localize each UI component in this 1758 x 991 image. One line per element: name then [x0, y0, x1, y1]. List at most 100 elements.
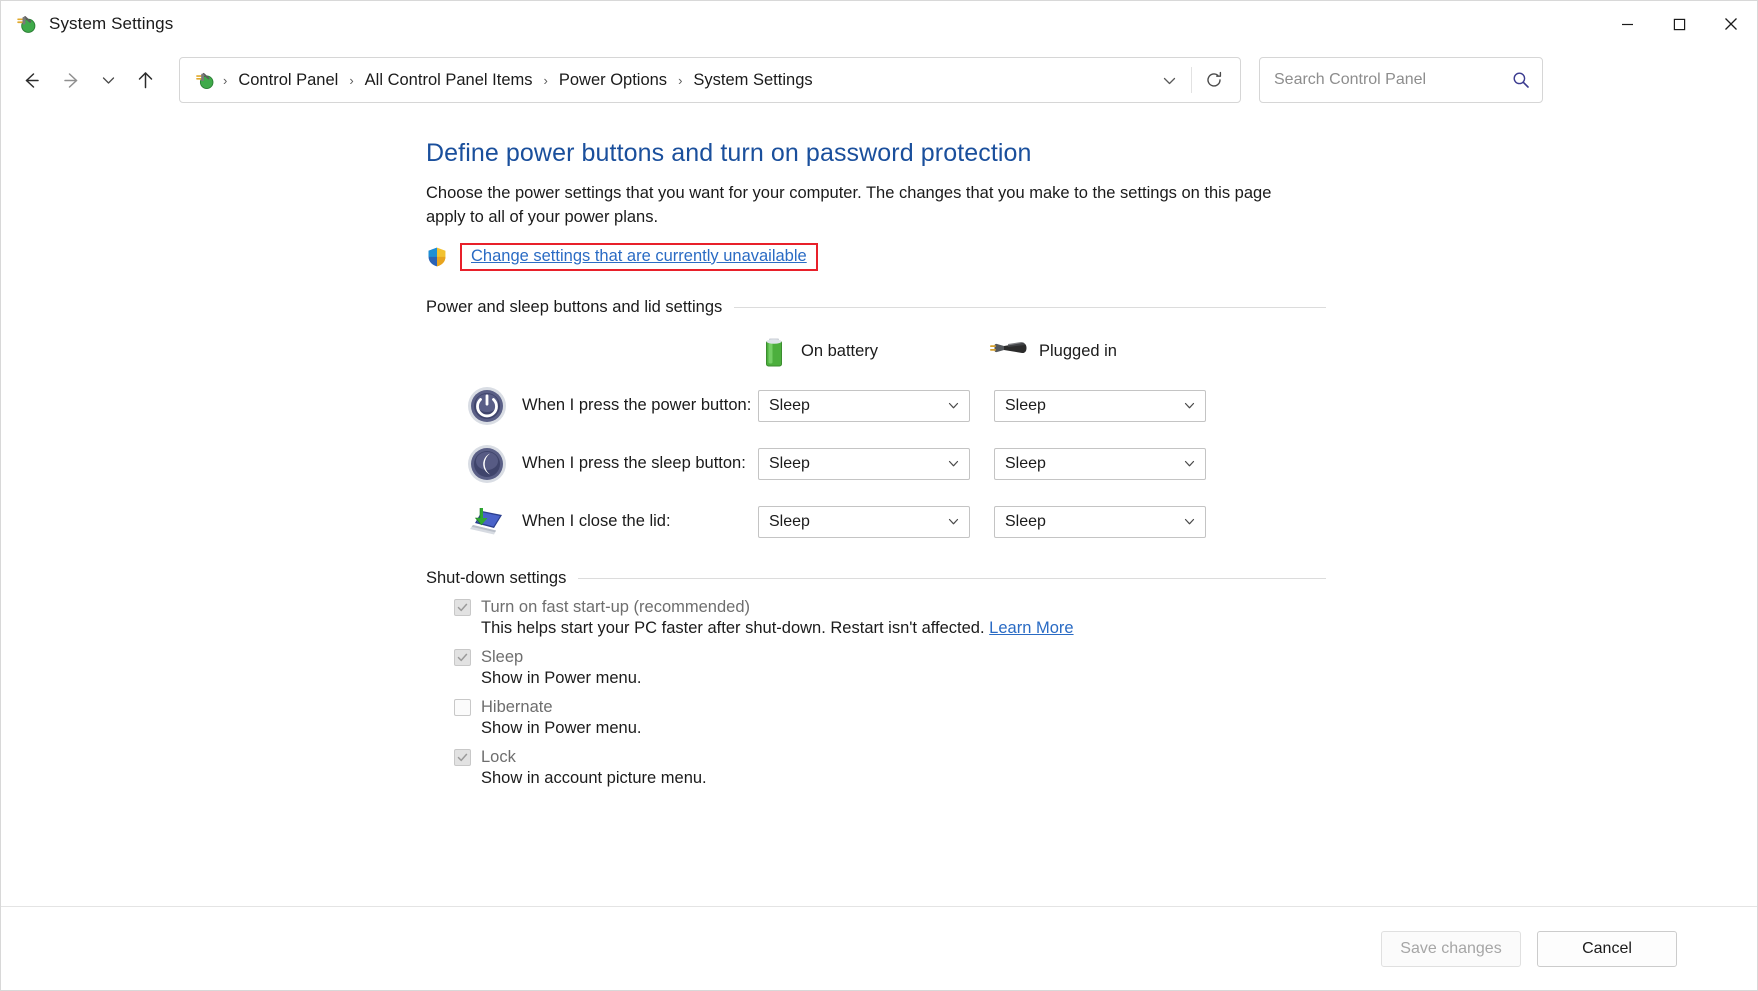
checkbox-label: Hibernate — [481, 697, 553, 716]
breadcrumb-item-power-options[interactable]: Power Options — [554, 68, 672, 93]
forward-arrow-icon — [63, 72, 77, 88]
checkbox-row[interactable]: Hibernate — [454, 698, 1326, 717]
hibernate-checkbox[interactable] — [454, 698, 471, 716]
checkbox-description-text: Show in Power menu. — [481, 668, 642, 687]
dropdown-value: Sleep — [769, 396, 810, 414]
setting-row-sleep-button: When I press the sleep button: Sleep Sle… — [426, 443, 1326, 485]
refresh-icon — [1207, 71, 1222, 87]
maximize-icon — [1673, 18, 1685, 30]
change-settings-link-highlight: Change settings that are currently unava… — [460, 242, 818, 271]
checkbox-label: Turn on fast start-up (recommended) — [481, 597, 750, 616]
checkbox-item-fast-startup: Turn on fast start-up (recommended) This… — [426, 598, 1326, 638]
close-button[interactable] — [1705, 1, 1757, 47]
shutdown-section-label: Shut-down settings — [426, 568, 567, 587]
column-header-plugged-in: Plugged in — [988, 337, 1220, 367]
up-button[interactable] — [125, 60, 165, 100]
search-icon — [1512, 71, 1530, 89]
checkbox-row[interactable]: Sleep — [454, 648, 1326, 667]
checkbox-description: This helps start your PC faster after sh… — [481, 619, 1326, 638]
address-bar-actions — [1147, 59, 1236, 101]
close-icon — [1725, 18, 1737, 30]
column-header-label: Plugged in — [1039, 342, 1117, 361]
breadcrumb-item-all-control-panel-items[interactable]: All Control Panel Items — [360, 68, 538, 93]
checkbox-row[interactable]: Turn on fast start-up (recommended) — [454, 598, 1326, 617]
laptop-lid-icon — [470, 507, 502, 535]
setting-row-power-button: When I press the power button: Sleep Sle… — [426, 385, 1326, 427]
title-bar: System Settings — [1, 1, 1757, 47]
checkmark-icon — [457, 753, 468, 761]
setting-label: When I press the power button: — [522, 396, 752, 415]
sleep-button-plugged-in-dropdown[interactable]: Sleep — [994, 447, 1206, 480]
search-box[interactable]: Search Control Panel — [1259, 57, 1543, 103]
fast-startup-checkbox[interactable] — [454, 598, 471, 616]
dropdown-value: Sleep — [1005, 454, 1046, 472]
sleep-button-on-battery-dropdown[interactable]: Sleep — [758, 447, 970, 480]
chevron-down-icon — [1163, 77, 1175, 84]
page-description: Choose the power settings that you want … — [426, 184, 1272, 226]
chevron-down-icon — [947, 457, 960, 470]
sleep-button-icon — [468, 444, 506, 483]
sleep-checkbox[interactable] — [454, 648, 471, 666]
dropdown-value: Sleep — [769, 512, 810, 530]
power-section-heading: Power and sleep buttons and lid settings — [426, 298, 1326, 317]
up-arrow-icon — [138, 71, 152, 88]
checkbox-row[interactable]: Lock — [454, 748, 1326, 767]
lock-checkbox[interactable] — [454, 748, 471, 766]
shutdown-section-heading: Shut-down settings — [426, 569, 1326, 588]
power-section-label: Power and sleep buttons and lid settings — [426, 297, 723, 316]
column-headers: On battery Plugged in — [426, 335, 1326, 369]
breadcrumb-item-system-settings[interactable]: System Settings — [688, 68, 817, 93]
checkbox-label: Sleep — [481, 647, 524, 666]
window-title: System Settings — [49, 14, 174, 33]
learn-more-link[interactable]: Learn More — [989, 619, 1073, 637]
recent-locations-button[interactable] — [91, 60, 125, 100]
chevron-down-icon — [1183, 515, 1196, 528]
chevron-down-icon — [102, 76, 114, 84]
checkbox-label: Lock — [481, 747, 516, 766]
breadcrumb: › Control Panel › All Control Panel Item… — [217, 68, 1147, 93]
chevron-down-icon — [947, 399, 960, 412]
power-button-on-battery-dropdown[interactable]: Sleep — [758, 389, 970, 422]
page-title: Define power buttons and turn on passwor… — [426, 139, 1032, 167]
save-changes-button[interactable]: Save changes — [1381, 930, 1521, 967]
breadcrumb-separator: › — [543, 72, 548, 88]
chevron-down-icon — [947, 515, 960, 528]
breadcrumb-item-control-panel[interactable]: Control Panel — [233, 68, 343, 93]
checkbox-item-lock: Lock Show in account picture menu. — [426, 748, 1326, 788]
column-header-label: On battery — [801, 342, 879, 361]
forward-button[interactable] — [51, 60, 91, 100]
setting-label: When I press the sleep button: — [522, 454, 746, 473]
column-header-on-battery: On battery — [758, 335, 990, 369]
maximize-button[interactable] — [1653, 1, 1705, 47]
setting-label: When I close the lid: — [522, 512, 671, 531]
power-plug-icon — [17, 16, 36, 33]
cancel-button[interactable]: Cancel — [1537, 930, 1677, 967]
setting-row-close-lid: When I close the lid: Sleep Sleep — [426, 501, 1326, 543]
dropdown-value: Sleep — [1005, 396, 1046, 414]
power-button-icon — [468, 386, 506, 425]
settings-page: Define power buttons and turn on passwor… — [426, 138, 1326, 788]
checkbox-item-sleep: Sleep Show in Power menu. — [426, 648, 1326, 688]
breadcrumb-separator: › — [223, 72, 228, 88]
power-button-plugged-in-dropdown[interactable]: Sleep — [994, 389, 1206, 422]
section-divider — [734, 306, 1326, 308]
address-dropdown-button[interactable] — [1147, 59, 1191, 101]
checkbox-description-text: This helps start your PC faster after sh… — [481, 618, 985, 637]
close-lid-on-battery-dropdown[interactable]: Sleep — [758, 505, 970, 538]
back-button[interactable] — [11, 60, 51, 100]
dropdown-value: Sleep — [1005, 512, 1046, 530]
section-divider — [578, 577, 1326, 579]
change-settings-link[interactable]: Change settings that are currently unava… — [471, 247, 807, 266]
close-lid-plugged-in-dropdown[interactable]: Sleep — [994, 505, 1206, 538]
minimize-icon — [1621, 23, 1633, 25]
minimize-button[interactable] — [1601, 1, 1653, 47]
checkbox-description: Show in Power menu. — [481, 669, 1326, 688]
navigation-toolbar: › Control Panel › All Control Panel Item… — [1, 47, 1757, 113]
dialog-footer: Save changes Cancel — [1, 906, 1757, 990]
search-input[interactable]: Search Control Panel — [1274, 71, 1512, 89]
refresh-button[interactable] — [1192, 59, 1236, 101]
uac-shield-icon — [428, 247, 446, 267]
battery-icon — [766, 338, 782, 367]
address-bar[interactable]: › Control Panel › All Control Panel Item… — [179, 57, 1241, 103]
checkbox-description: Show in Power menu. — [481, 719, 1326, 738]
